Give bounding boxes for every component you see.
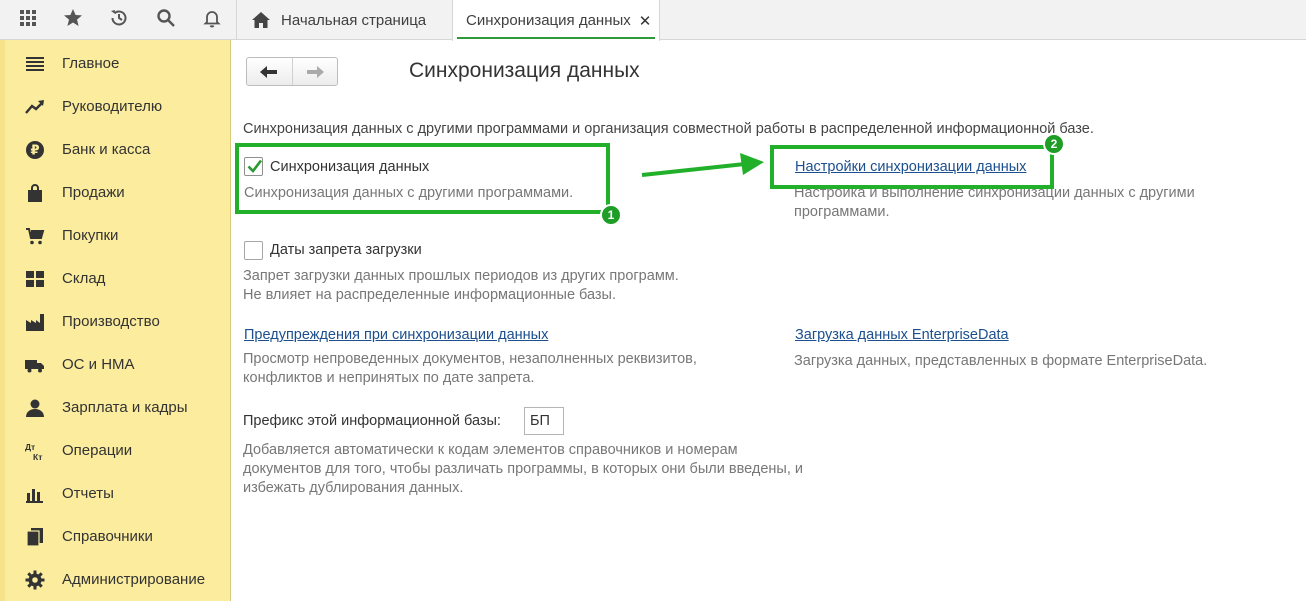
truck-icon [24, 354, 46, 376]
tab-data-sync[interactable]: Синхронизация данных ✕ [452, 0, 660, 41]
svg-text:Дт: Дт [25, 442, 35, 452]
intro-text: Синхронизация данных с другими программа… [243, 121, 1094, 137]
tab-home[interactable]: Начальная страница [236, 0, 450, 40]
enterprise-data-desc: Загрузка данных, представленных в формат… [794, 353, 1208, 369]
top-bar: Начальная страница Синхронизация данных … [0, 0, 1306, 41]
star-icon[interactable] [50, 0, 96, 36]
gear-icon [24, 569, 46, 591]
arrow-right-icon [306, 65, 324, 78]
sidebar-item-salary[interactable]: Зарплата и кадры [0, 386, 230, 429]
warehouse-icon [24, 268, 46, 290]
sidebar-item-manager[interactable]: Руководителю [0, 85, 230, 128]
sidebar-item-directories[interactable]: Справочники [0, 515, 230, 558]
bell-icon[interactable] [189, 0, 235, 36]
green-arrow-icon [641, 153, 764, 177]
sidebar-item-label: ОС и НМА [62, 356, 135, 373]
cart-icon [24, 225, 46, 247]
svg-text:₽: ₽ [30, 143, 39, 158]
menu-lines-icon [24, 53, 46, 75]
sidebar-item-label: Продажи [62, 184, 125, 201]
close-icon[interactable]: ✕ [639, 12, 652, 30]
tab-home-label: Начальная страница [281, 11, 427, 29]
history-icon[interactable] [96, 0, 142, 36]
sidebar-item-label: Отчеты [62, 485, 114, 502]
back-button[interactable] [247, 58, 292, 85]
factory-icon [24, 311, 46, 333]
apps-grid-icon[interactable] [5, 0, 51, 36]
books-icon [24, 526, 46, 548]
prefix-label: Префикс этой информационной базы: [243, 413, 501, 429]
prefix-desc: Добавляется автоматически к кодам элемен… [243, 442, 803, 496]
load-ban-desc-line2: Не влияет на распределенные информационн… [243, 287, 617, 303]
sidebar-item-sales[interactable]: Продажи [0, 171, 230, 214]
home-icon [252, 12, 270, 28]
person-icon [24, 397, 46, 419]
highlight-box-sync [235, 143, 610, 214]
sidebar-item-label: Справочники [62, 528, 153, 545]
sidebar-item-label: Главное [62, 55, 120, 72]
sidebar-item-main[interactable]: Главное [0, 42, 230, 85]
sidebar-item-bank[interactable]: ₽ Банк и касса [0, 128, 230, 171]
prefix-input[interactable]: БП [524, 407, 564, 435]
sidebar-item-label: Операции [62, 442, 133, 459]
sidebar-item-reports[interactable]: Отчеты [0, 472, 230, 515]
step-badge-2: 2 [1043, 133, 1065, 155]
nav-buttons [246, 57, 338, 86]
sync-warnings-desc: Просмотр непроведенных документов, незап… [243, 351, 697, 386]
dt-kt-icon: Дт Кт [24, 440, 46, 462]
sidebar-item-admin[interactable]: Администрирование [0, 558, 230, 601]
sidebar-item-purchases[interactable]: Покупки [0, 214, 230, 257]
step-badge-1: 1 [600, 204, 622, 226]
highlight-box-settings [770, 145, 1054, 189]
page-title: Синхронизация данных [409, 59, 640, 82]
sidebar-item-production[interactable]: Производство [0, 300, 230, 343]
enterprise-data-link[interactable]: Загрузка данных EnterpriseData [795, 327, 1009, 343]
bar-chart-icon [24, 483, 46, 505]
sidebar-item-warehouse[interactable]: Склад [0, 257, 230, 300]
load-ban-checkbox[interactable] [244, 241, 263, 260]
sidebar-item-label: Руководителю [62, 98, 163, 115]
sidebar-item-fixed-assets[interactable]: ОС и НМА [0, 343, 230, 386]
ruble-icon: ₽ [24, 139, 46, 161]
trend-icon [24, 96, 46, 118]
svg-text:Кт: Кт [33, 452, 42, 461]
sidebar-item-label: Производство [62, 313, 160, 330]
sidebar-item-operations[interactable]: Дт Кт Операции [0, 429, 230, 472]
forward-button[interactable] [291, 58, 338, 85]
tab-data-sync-label: Синхронизация данных [466, 12, 631, 29]
sidebar-item-label: Администрирование [62, 571, 206, 588]
sidebar-item-label: Склад [62, 270, 106, 287]
sync-warnings-link[interactable]: Предупреждения при синхронизации данных [244, 327, 548, 343]
sidebar-item-label: Зарплата и кадры [62, 399, 188, 416]
sidebar-item-label: Покупки [62, 227, 119, 244]
sync-settings-desc: Настройка и выполнение синхронизации дан… [794, 185, 1195, 220]
sidebar-item-label: Банк и касса [62, 141, 151, 158]
load-ban-desc-line1: Запрет загрузки данных прошлых периодов … [243, 268, 679, 284]
arrow-left-icon [260, 65, 278, 78]
load-ban-label[interactable]: Даты запрета загрузки [270, 242, 422, 258]
search-icon[interactable] [143, 0, 189, 36]
shopping-bag-icon [24, 182, 46, 204]
